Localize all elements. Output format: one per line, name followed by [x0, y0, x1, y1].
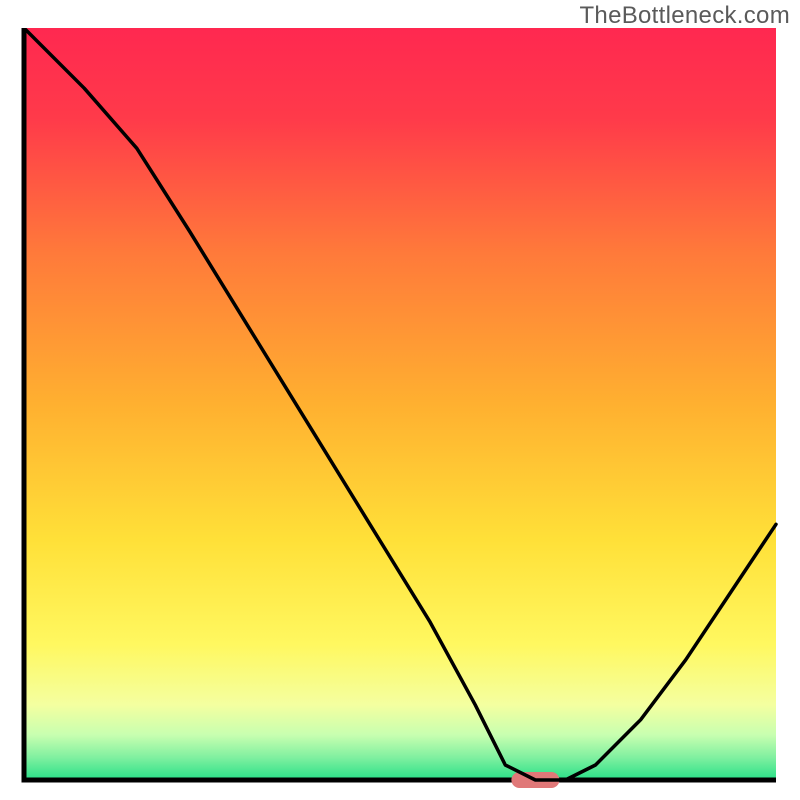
chart-background [24, 28, 776, 780]
bottleneck-chart [16, 28, 784, 788]
watermark-text: TheBottleneck.com [579, 2, 790, 30]
